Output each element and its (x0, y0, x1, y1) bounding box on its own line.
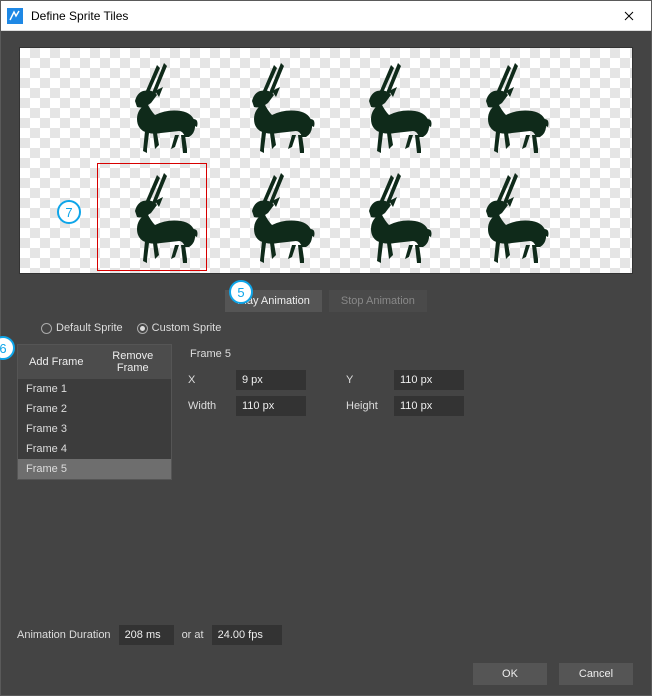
titlebar: Define Sprite Tiles (1, 1, 651, 31)
x-label: X (188, 374, 236, 386)
ok-button[interactable]: OK (473, 663, 547, 685)
frame-list[interactable]: Frame 1Frame 2Frame 3Frame 4Frame 5 (18, 379, 171, 479)
anim-duration-label: Animation Duration (17, 629, 111, 641)
frame-panel: Add Frame Remove Frame Frame 1Frame 2Fra… (17, 344, 172, 480)
remove-frame-button[interactable]: Remove Frame (95, 345, 172, 379)
frame-list-item[interactable]: Frame 1 (18, 379, 171, 399)
callout-7: 7 (57, 200, 81, 224)
frame-list-item[interactable]: Frame 2 (18, 399, 171, 419)
y-input[interactable] (394, 370, 464, 390)
sprite-frame[interactable] (448, 163, 558, 273)
y-label: Y (346, 374, 394, 386)
radio-default-sprite[interactable]: Default Sprite (41, 322, 123, 334)
height-input[interactable] (394, 396, 464, 416)
sprite-frame[interactable] (331, 53, 441, 163)
app-icon (7, 8, 23, 24)
close-icon (624, 11, 634, 21)
window-title: Define Sprite Tiles (31, 9, 606, 23)
frame-props-title: Frame 5 (188, 348, 635, 360)
frame-list-item[interactable]: Frame 5 (18, 459, 171, 479)
stop-animation-button: Stop Animation (329, 290, 427, 312)
width-input[interactable] (236, 396, 306, 416)
radio-label: Default Sprite (56, 322, 123, 334)
close-button[interactable] (606, 1, 651, 31)
callout-5: 5 (229, 280, 253, 304)
cancel-button[interactable]: Cancel (559, 663, 633, 685)
anim-duration-input[interactable] (119, 625, 174, 645)
add-frame-button[interactable]: Add Frame (18, 345, 95, 379)
radio-dot-icon (137, 323, 148, 334)
frame-selection-box (97, 163, 207, 271)
x-input[interactable] (236, 370, 306, 390)
frame-list-item[interactable]: Frame 4 (18, 439, 171, 459)
sprite-preview[interactable]: 7 (19, 47, 633, 274)
frame-list-item[interactable]: Frame 3 (18, 419, 171, 439)
height-label: Height (346, 400, 394, 412)
anim-fps-input[interactable] (212, 625, 282, 645)
sprite-frame[interactable] (448, 53, 558, 163)
sprite-frame[interactable] (214, 53, 324, 163)
radio-label: Custom Sprite (152, 322, 222, 334)
sprite-frame[interactable] (97, 53, 207, 163)
radio-dot-icon (41, 323, 52, 334)
sprite-frame[interactable] (214, 163, 324, 273)
radio-custom-sprite[interactable]: Custom Sprite (137, 322, 222, 334)
width-label: Width (188, 400, 236, 412)
sprite-frame[interactable] (331, 163, 441, 273)
anim-orat-label: or at (182, 629, 204, 641)
